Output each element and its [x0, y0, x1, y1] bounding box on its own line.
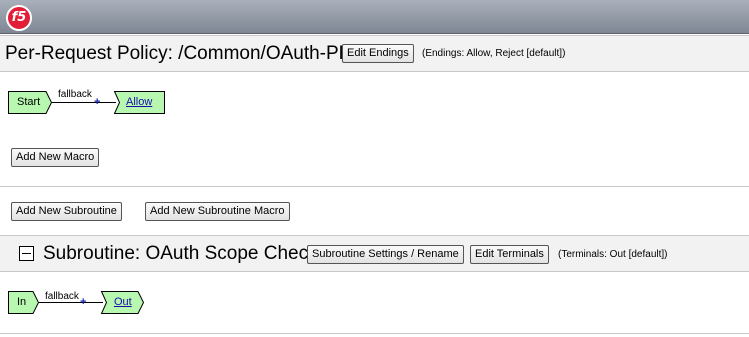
allow-ending-link[interactable]: Allow [126, 96, 152, 108]
add-new-subroutine-macro-button[interactable]: Add New Subroutine Macro [145, 202, 290, 221]
in-node[interactable]: In [8, 291, 39, 314]
bottom-divider [0, 333, 749, 334]
subroutine-fallback-label: fallback [45, 291, 79, 302]
start-node-label: Start [17, 96, 41, 108]
f5-logo: f5 [6, 5, 32, 31]
subroutine-title-bar: Subroutine: OAuth Scope Check Subroutine… [0, 235, 749, 272]
terminals-note: (Terminals: Out [default]) [558, 249, 668, 260]
subroutine-settings-button[interactable]: Subroutine Settings / Rename [307, 245, 464, 264]
collapse-icon[interactable] [19, 246, 34, 261]
top-header-bar: f5 [0, 0, 749, 34]
out-terminal-link[interactable]: Out [114, 296, 132, 308]
subroutine-title: Subroutine: OAuth Scope Check [43, 243, 318, 264]
start-node[interactable]: Start [8, 91, 52, 114]
out-terminal-node[interactable]: Out [101, 291, 144, 314]
add-action-plus[interactable]: + [94, 97, 100, 108]
add-new-subroutine-button[interactable]: Add New Subroutine [11, 202, 122, 221]
page-title: Per-Request Policy: /Common/OAuth-PRP [5, 43, 366, 64]
allow-ending-node[interactable]: Allow [114, 91, 165, 114]
add-new-macro-button[interactable]: Add New Macro [11, 148, 100, 167]
endings-note: (Endings: Allow, Reject [default]) [422, 48, 566, 59]
in-node-label: In [17, 296, 27, 308]
edit-terminals-button[interactable]: Edit Terminals [470, 245, 549, 264]
edit-endings-button[interactable]: Edit Endings [342, 44, 414, 63]
flow-connector [52, 102, 116, 103]
subroutine-flow-connector [39, 302, 103, 303]
subroutine-add-action-plus[interactable]: + [80, 297, 86, 308]
fallback-branch-label: fallback [58, 89, 92, 100]
policy-title-bar: Per-Request Policy: /Common/OAuth-PRP Ed… [0, 35, 749, 72]
section-divider [0, 186, 749, 187]
